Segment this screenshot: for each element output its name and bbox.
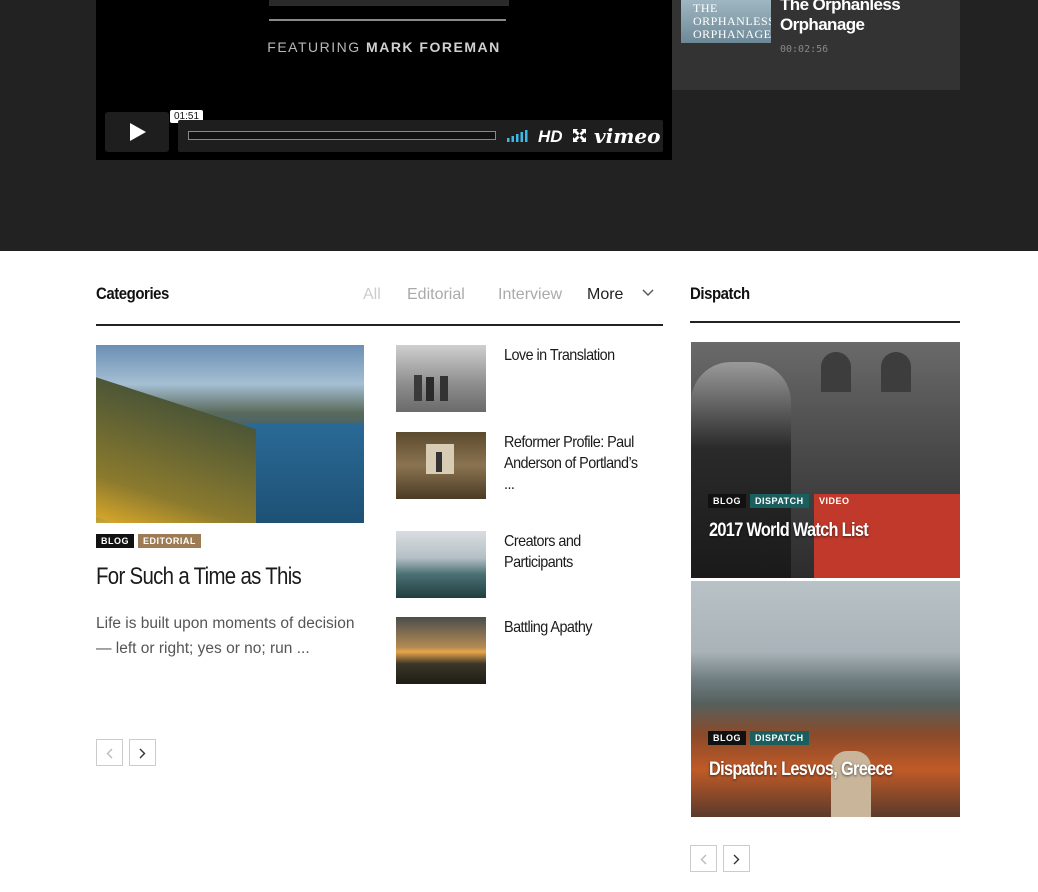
dispatch-divider: [690, 321, 960, 323]
image-hill: [96, 370, 256, 523]
image-arch-window: [881, 352, 911, 392]
badge-blog[interactable]: BLOG: [96, 534, 134, 548]
prev-page-button[interactable]: [96, 739, 123, 766]
featured-post-excerpt: Life is built upon moments of decision— …: [96, 615, 355, 657]
tab-all[interactable]: All: [363, 286, 381, 304]
dispatch-card-title[interactable]: Dispatch: Lesvos, Greece: [709, 759, 893, 781]
progress-bar[interactable]: [188, 131, 496, 140]
categories-pager: [96, 739, 156, 766]
prev-page-button[interactable]: [690, 845, 717, 872]
image-sea: [246, 423, 364, 523]
tab-more[interactable]: More: [587, 286, 623, 304]
list-item[interactable]: Reformer Profile: Paul Anderson of Portl…: [396, 432, 663, 499]
badge-dispatch[interactable]: DISPATCH: [750, 494, 809, 508]
featuring-prefix: FEATURING: [267, 39, 361, 55]
list-item-title[interactable]: Reformer Profile: Paul Anderson of Portl…: [504, 432, 648, 495]
playlist-thumb-text: THE ORPHANLESS ORPHANAGE: [693, 1, 771, 41]
list-item-title[interactable]: Creators and Participants: [504, 531, 648, 573]
chevron-left-icon: [700, 854, 707, 865]
chevron-right-icon: [733, 854, 740, 865]
playlist-item[interactable]: THE ORPHANLESS ORPHANAGE The Orphanless …: [672, 0, 960, 90]
image-arch-window: [821, 352, 851, 392]
category-tabs: All Editorial Interview More: [0, 286, 663, 306]
categories-divider: [96, 324, 663, 326]
list-item[interactable]: Creators and Participants: [396, 531, 663, 598]
dispatch-card[interactable]: BLOG DISPATCH VIDEO 2017 World Watch Lis…: [691, 342, 960, 578]
list-item-title[interactable]: Battling Apathy: [504, 617, 648, 638]
fullscreen-icon[interactable]: [573, 129, 586, 142]
video-title-fragment: [269, 0, 509, 6]
badge-blog[interactable]: BLOG: [708, 731, 746, 745]
thumb-figure: [440, 376, 448, 401]
vimeo-logo[interactable]: vimeo: [594, 124, 660, 148]
playlist-thumbnail: THE ORPHANLESS ORPHANAGE: [681, 0, 771, 43]
thumb-figure: [426, 377, 434, 401]
badge-editorial[interactable]: EDITORIAL: [138, 534, 201, 548]
list-item-thumbnail: [396, 617, 486, 684]
hd-toggle[interactable]: HD: [538, 127, 563, 147]
video-section: FEATURING MARK FOREMAN 01:51 HD vimeo TH…: [0, 0, 1038, 251]
next-page-button[interactable]: [723, 845, 750, 872]
badge-dispatch[interactable]: DISPATCH: [750, 731, 809, 745]
volume-icon[interactable]: [507, 129, 531, 142]
play-button[interactable]: [105, 112, 169, 152]
video-player[interactable]: FEATURING MARK FOREMAN 01:51 HD vimeo: [96, 0, 672, 160]
featured-post-image[interactable]: [96, 345, 364, 523]
video-controls-bar: HD vimeo: [178, 120, 663, 152]
chevron-left-icon: [106, 748, 113, 759]
badge-blog[interactable]: BLOG: [708, 494, 746, 508]
playlist-item-title[interactable]: The Orphanless Orphanage: [780, 0, 950, 35]
dispatch-card[interactable]: BLOG DISPATCH Dispatch: Lesvos, Greece: [691, 581, 960, 817]
chevron-down-icon[interactable]: [642, 289, 654, 297]
list-item-title[interactable]: Love in Translation: [504, 345, 648, 366]
dispatch-card-title[interactable]: 2017 World Watch List: [709, 520, 869, 542]
playlist-item-duration: 00:02:56: [780, 44, 829, 55]
list-item[interactable]: Battling Apathy: [396, 617, 663, 684]
chevron-right-icon: [139, 748, 146, 759]
list-item[interactable]: Love in Translation: [396, 345, 663, 412]
list-item-thumbnail: [396, 432, 486, 499]
tab-editorial[interactable]: Editorial: [407, 286, 465, 304]
featuring-name: MARK FOREMAN: [366, 39, 501, 55]
video-featuring-text: FEATURING MARK FOREMAN: [96, 39, 672, 55]
image-person: [691, 362, 791, 578]
video-title-underline: [269, 19, 506, 21]
tab-interview[interactable]: Interview: [498, 286, 562, 304]
play-icon: [130, 123, 146, 141]
dispatch-pager: [690, 845, 750, 872]
list-item-thumbnail: [396, 531, 486, 598]
thumb-figure: [414, 375, 422, 401]
next-page-button[interactable]: [129, 739, 156, 766]
featured-post-title[interactable]: For Such a Time as This: [96, 563, 302, 591]
list-item-thumbnail: [396, 345, 486, 412]
thumb-figure: [436, 452, 442, 472]
dispatch-heading: Dispatch: [690, 284, 750, 303]
